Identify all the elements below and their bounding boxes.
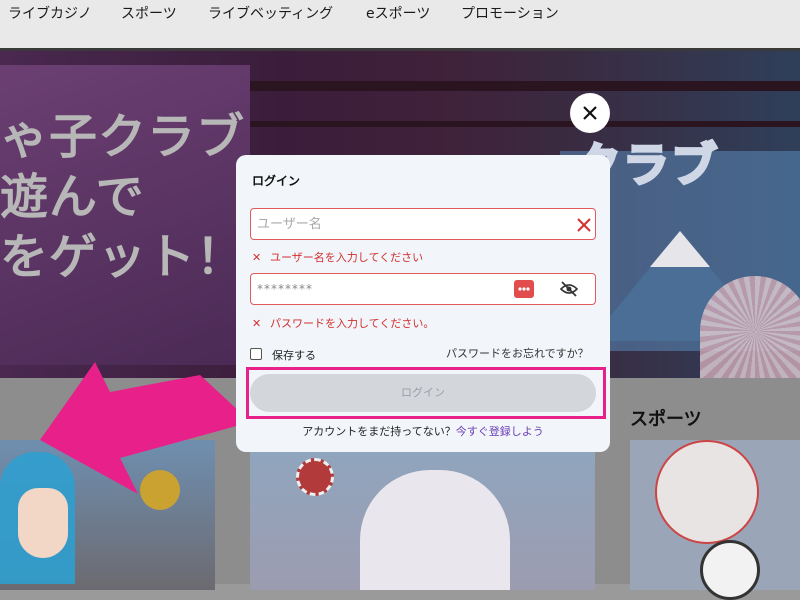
modal-title: ログイン [252, 174, 301, 188]
signup-prompt: アカウントをまだ持ってない？今すぐ登録しよう [236, 423, 610, 439]
username-field[interactable] [250, 208, 596, 240]
remember-label: 保存する [272, 349, 316, 362]
password-input[interactable]: ******** [257, 282, 313, 296]
error-x-icon: ✕ [252, 251, 262, 264]
username-error: ✕ ユーザー名を入力してください [252, 249, 423, 265]
error-x-icon: ✕ [252, 317, 262, 330]
close-button[interactable] [570, 93, 610, 133]
no-account-text: アカウントをまだ持ってない？ [302, 425, 456, 438]
password-dots-icon[interactable] [514, 280, 534, 298]
password-field[interactable]: ******** [250, 273, 596, 305]
clear-icon[interactable] [576, 217, 592, 233]
username-error-text: ユーザー名を入力してください [270, 251, 424, 264]
signup-link[interactable]: 今すぐ登録しよう [456, 425, 544, 438]
password-error-text: パスワードを入力してください。 [270, 317, 435, 330]
close-icon [583, 106, 597, 120]
login-button-highlight [246, 367, 606, 419]
forgot-password-link[interactable]: パスワードをお忘れですか？ [446, 345, 589, 361]
eye-off-icon[interactable] [559, 280, 579, 298]
remember-checkbox[interactable] [250, 348, 262, 360]
password-error: ✕ パスワードを入力してください。 [252, 315, 434, 331]
username-input[interactable] [257, 209, 557, 239]
